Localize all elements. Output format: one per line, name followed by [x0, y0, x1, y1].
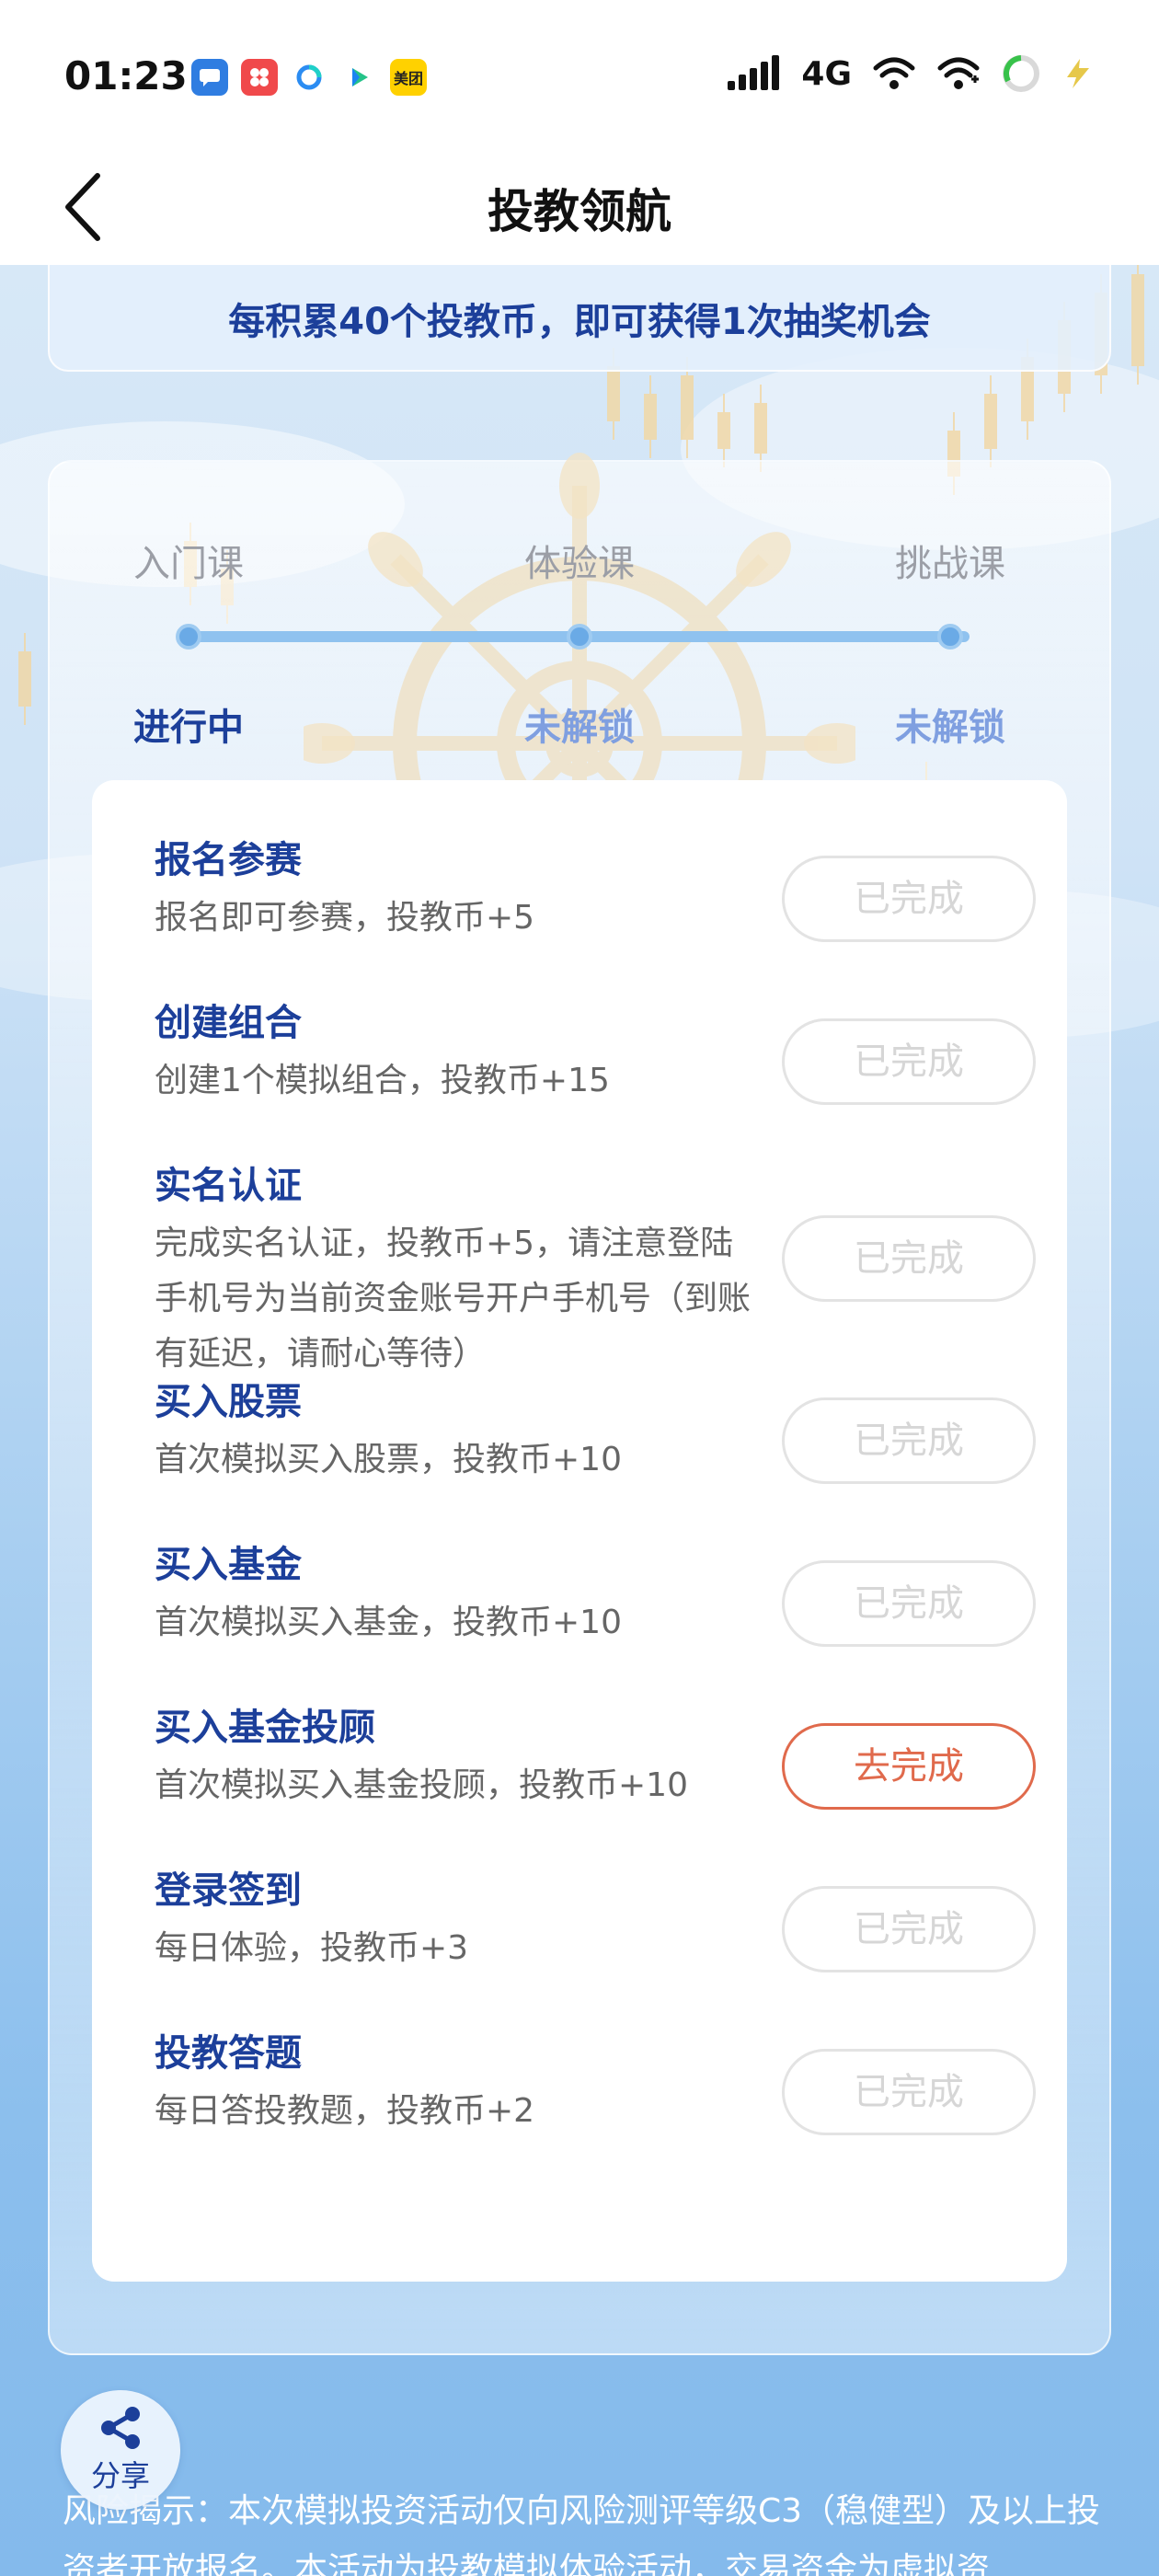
task-description: 首次模拟买入股票，投教币+10 [155, 1441, 622, 1478]
stage-status-challenge: 未解锁 [895, 707, 1005, 749]
battery-ring-icon [1003, 55, 1039, 92]
task-status-button[interactable]: 已完成 [782, 1215, 1036, 1302]
task-description: 每日体验，投教币+3 [155, 1929, 469, 1967]
task-status-button[interactable]: 已完成 [782, 2049, 1036, 2135]
share-button[interactable]: 分享 [61, 2390, 180, 2510]
signal-icon [728, 55, 780, 90]
task-status-button[interactable]: 已完成 [782, 1560, 1036, 1647]
task-title: 报名参赛 [155, 839, 302, 881]
network-type: 4G [801, 54, 852, 93]
status-time: 01:23 [64, 53, 188, 98]
task-status-button[interactable]: 已完成 [782, 856, 1036, 942]
task-status-button[interactable]: 已完成 [782, 1018, 1036, 1105]
stage-label-experience: 体验课 [524, 543, 635, 585]
go-complete-button[interactable]: 去完成 [782, 1723, 1036, 1810]
stage-status-intro: 进行中 [133, 707, 244, 749]
lottery-banner: 每积累40个投教币，即可获得1次抽奖机会 [48, 265, 1111, 372]
stage-label-intro: 入门课 [133, 543, 244, 585]
task-title: 投教答题 [155, 2032, 302, 2075]
hotspot-icon [937, 57, 980, 89]
page-title: 投教领航 [488, 185, 671, 238]
status-bar: 01:23 美团 4G [0, 0, 1159, 147]
task-title: 登录签到 [155, 1869, 302, 1912]
browser-app-icon [291, 59, 327, 96]
task-description: 报名即可参赛，投教币+5 [155, 899, 535, 937]
risk-disclosure: 风险揭示：本次模拟投资活动仅向风险测评等级C3（稳健型）及以上投资者开放报名。本… [63, 2492, 1101, 2576]
task-description: 首次模拟买入基金投顾，投教币+10 [155, 1766, 688, 1804]
task-description: 首次模拟买入基金，投教币+10 [155, 1604, 622, 1641]
task-title: 买入股票 [155, 1381, 302, 1423]
stage-status-experience: 未解锁 [524, 707, 635, 749]
progress-node-intro [176, 624, 201, 650]
nav-bar: 投教领航 [0, 147, 1159, 265]
task-title: 买入基金投顾 [155, 1707, 375, 1749]
status-app-icons: 美团 [191, 59, 427, 96]
task-list: 报名参赛 报名即可参赛，投教币+5 已完成 创建组合 创建1个模拟组合，投教币+… [92, 780, 1067, 2282]
meituan-app-icon: 美团 [390, 59, 427, 96]
course-progress: 入门课 体验课 挑战课 进行中 未解锁 未解锁 [48, 460, 1111, 764]
page-body: 每积累40个投教币，即可获得1次抽奖机会 入门课 体验课 挑战课 进行中 未解锁… [0, 265, 1159, 2576]
chat-app-icon [191, 59, 228, 96]
share-icon [101, 2407, 140, 2449]
photo-app-icon [241, 59, 278, 96]
task-description: 创建1个模拟组合，投教币+15 [155, 1062, 610, 1099]
progress-node-experience [567, 624, 592, 650]
stage-label-challenge: 挑战课 [895, 543, 1005, 585]
share-label: 分享 [90, 2458, 150, 2493]
task-title: 创建组合 [155, 1002, 302, 1044]
charging-icon [1067, 59, 1089, 88]
task-status-button[interactable]: 已完成 [782, 1886, 1036, 1972]
task-status-button[interactable]: 已完成 [782, 1397, 1036, 1484]
status-indicators: 4G [726, 53, 1095, 94]
task-description: 每日答投教题，投教币+2 [155, 2092, 535, 2130]
video-app-icon [340, 59, 377, 96]
wifi-icon [873, 57, 915, 89]
progress-node-challenge [937, 624, 963, 650]
lottery-banner-text: 每积累40个投教币，即可获得1次抽奖机会 [228, 301, 931, 343]
task-title: 实名认证 [155, 1165, 302, 1207]
task-description: 完成实名认证，投教币+5，请注意登陆手机号为当前资金账号开户手机号（到账有延迟，… [155, 1225, 752, 1373]
task-title: 买入基金 [155, 1544, 302, 1586]
